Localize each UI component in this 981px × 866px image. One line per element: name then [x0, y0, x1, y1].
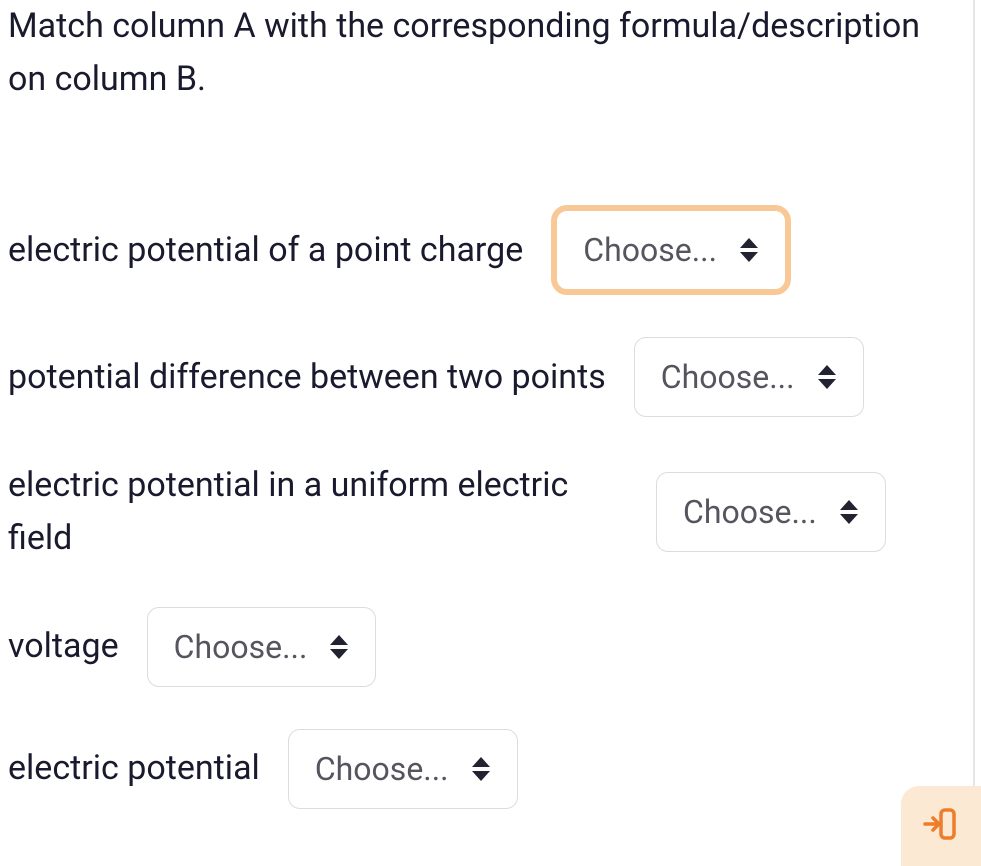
match-label: voltage: [8, 620, 119, 673]
match-label: potential difference between two points: [8, 351, 606, 404]
updown-caret-icon: [839, 499, 859, 525]
select-dropdown[interactable]: Choose...: [288, 729, 518, 809]
match-label: electric potential in a uniform electric…: [8, 459, 628, 564]
select-text: Choose...: [583, 231, 717, 269]
match-row: voltage Choose...: [8, 607, 965, 687]
match-row: potential difference between two points …: [8, 337, 965, 417]
select-dropdown[interactable]: Choose...: [656, 472, 886, 552]
select-text: Choose...: [683, 493, 817, 531]
updown-caret-icon: [739, 237, 759, 263]
updown-caret-icon: [471, 756, 491, 782]
question-content: Match column A with the corresponding fo…: [0, 0, 975, 866]
select-dropdown[interactable]: Choose...: [147, 607, 377, 687]
updown-caret-icon: [329, 634, 349, 660]
select-text: Choose...: [174, 628, 308, 666]
match-row: electric potential Choose...: [8, 729, 965, 809]
updown-caret-icon: [817, 364, 837, 390]
select-dropdown[interactable]: Choose...: [634, 337, 864, 417]
select-dropdown[interactable]: Choose...: [551, 205, 791, 295]
collapse-right-icon: [921, 804, 961, 848]
select-text: Choose...: [661, 358, 795, 396]
match-row: electric potential in a uniform electric…: [8, 459, 965, 564]
question-prompt: Match column A with the corresponding fo…: [8, 0, 965, 105]
collapse-button[interactable]: [901, 786, 981, 866]
match-label: electric potential: [8, 742, 260, 795]
match-label: electric potential of a point charge: [8, 224, 523, 277]
select-text: Choose...: [315, 750, 449, 788]
match-row: electric potential of a point charge Cho…: [8, 205, 965, 295]
